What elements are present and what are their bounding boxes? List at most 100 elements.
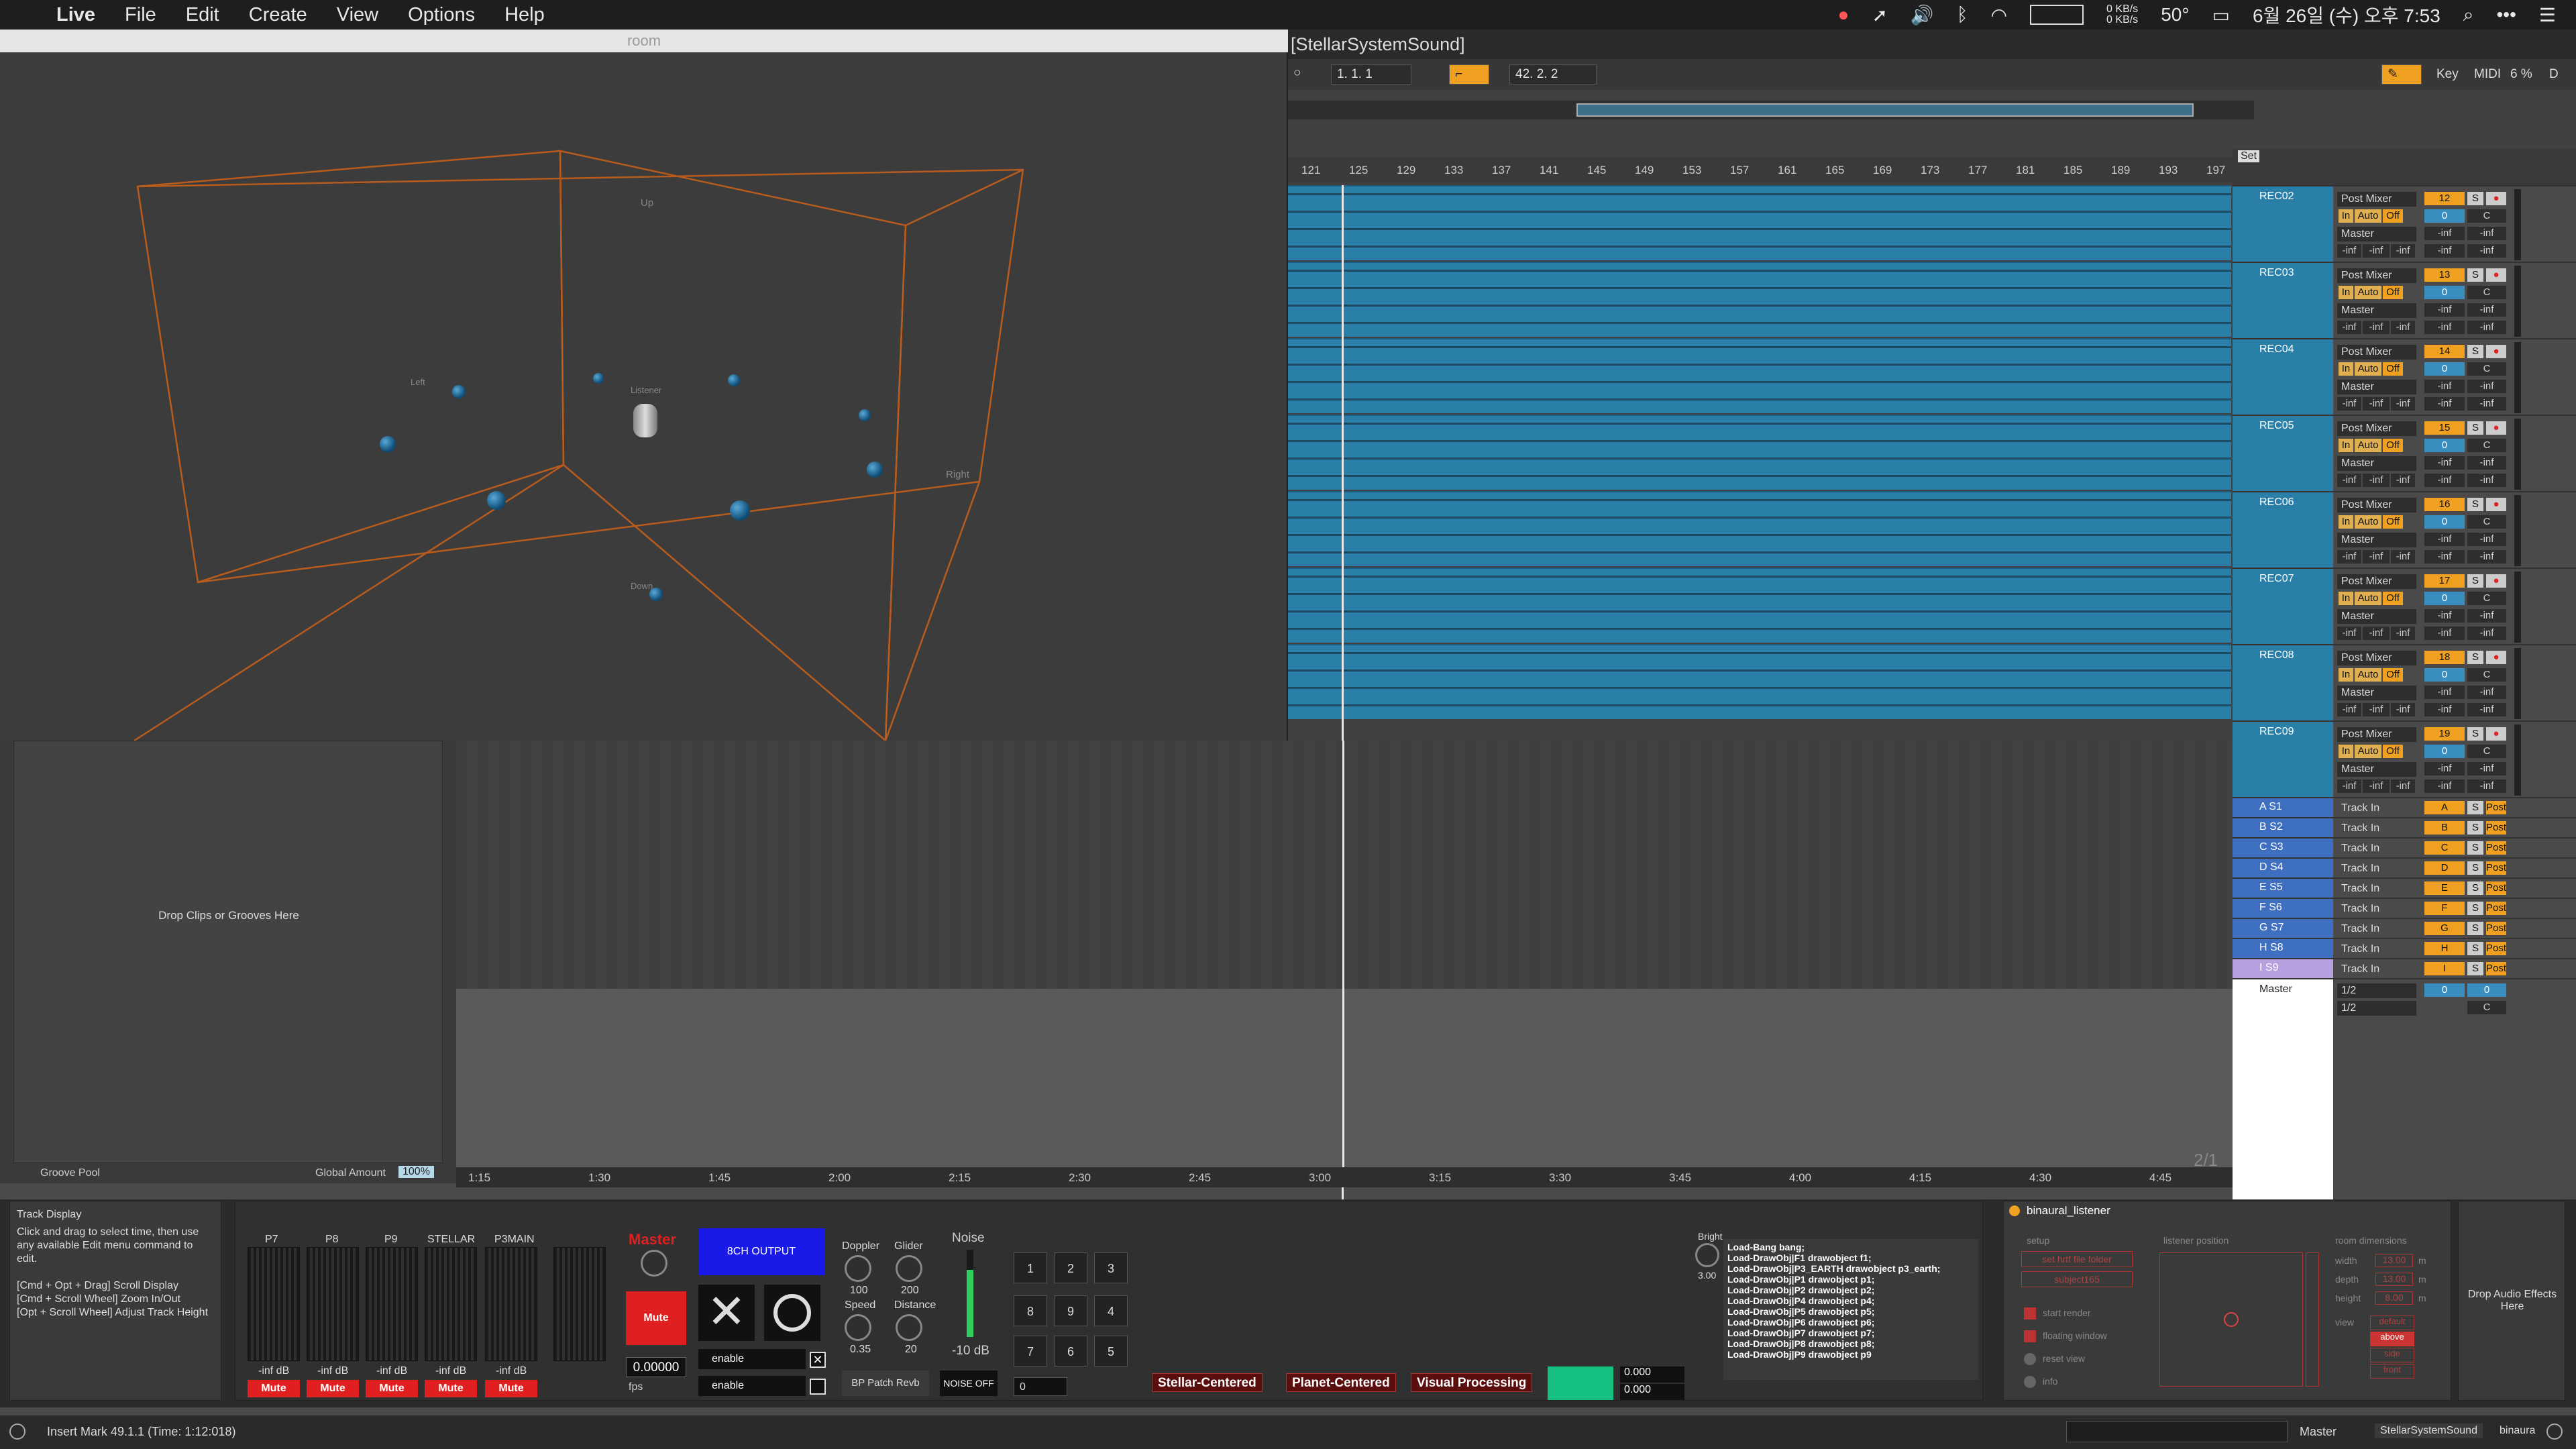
planet-dot[interactable] [380,436,396,452]
arrangement-position[interactable]: 1. 1. 1 [1331,64,1411,85]
close-icon[interactable]: ✕ [698,1285,755,1341]
auto-button[interactable]: Auto [2355,286,2381,299]
grid-button[interactable]: 4 [1094,1295,1128,1326]
send-value[interactable]: -inf [2391,627,2415,640]
track-name[interactable]: REC03 [2233,263,2333,338]
solo-button[interactable]: S [2467,651,2483,664]
arm-button[interactable]: ● [2486,727,2506,741]
solo-button[interactable]: S [2467,841,2483,855]
send-value[interactable]: -inf [2337,321,2361,334]
send-value[interactable]: -inf [2424,550,2465,564]
height-slider[interactable] [2306,1252,2319,1387]
return-track[interactable]: F S6 Track In F S Post [2233,898,2576,918]
return-name[interactable]: H S8 [2233,939,2333,958]
track-activator[interactable]: 14 [2424,345,2465,358]
more-icon[interactable]: ••• [2496,4,2516,25]
solo-button[interactable]: S [2467,727,2483,741]
return-activator[interactable]: I [2424,962,2465,975]
number-box[interactable]: 0 [1014,1377,1067,1396]
send-value[interactable]: -inf [2467,550,2506,564]
track-activator[interactable]: 13 [2424,268,2465,282]
enable-select[interactable]: enable [698,1349,806,1369]
return-activator[interactable]: H [2424,942,2465,955]
value-box[interactable]: 0.000 [1620,1384,1684,1400]
master-name[interactable]: Master [2233,979,2333,1199]
return-name[interactable]: A S1 [2233,798,2333,817]
return-track[interactable]: H S8 Track In H S Post [2233,938,2576,958]
master-knob[interactable] [641,1250,667,1277]
auto-button[interactable]: Auto [2355,668,2381,682]
arm-button[interactable]: ● [2486,574,2506,588]
arm-button[interactable]: ● [2486,345,2506,358]
pan-field[interactable]: C [2467,209,2506,223]
post-button[interactable]: Post [2486,821,2506,835]
listener-head[interactable] [633,404,657,437]
volume-field[interactable]: 0 [2424,362,2465,376]
send-value[interactable]: -inf [2391,321,2415,334]
loop-length[interactable]: 42. 2. 2 [1509,64,1597,85]
wifi-icon[interactable]: ◠ [1991,4,2007,26]
send-value[interactable]: -inf [2467,609,2506,623]
return-track[interactable]: D S4 Track In D S Post [2233,857,2576,877]
search-icon[interactable]: ⌕ [2463,4,2474,26]
send-value[interactable]: -inf [2337,397,2361,411]
volume-field[interactable]: 0 [2424,439,2465,452]
track-name[interactable]: REC07 [2233,569,2333,644]
volume-field[interactable]: 0 [2424,286,2465,299]
planet-centered-button[interactable]: Planet-Centered [1286,1373,1396,1392]
volume-field[interactable]: 0 [2424,592,2465,605]
audio-clip[interactable] [1288,338,2231,413]
distance-knob[interactable] [896,1314,922,1341]
scroll-bar[interactable] [2066,1421,2288,1442]
return-name[interactable]: F S6 [2233,899,2333,918]
solo-button[interactable]: S [2467,942,2483,955]
send-value[interactable]: -inf [2424,244,2465,258]
track-header[interactable]: REC05 Post Mixer In Auto Off Master -inf -inf -i… [2233,415,2576,491]
grid-button[interactable]: 6 [1054,1336,1087,1366]
track-activator[interactable]: 15 [2424,421,2465,435]
listener-position-pad[interactable] [2159,1252,2303,1387]
arm-button[interactable]: ● [2486,498,2506,511]
height-field[interactable]: 8.00 [2375,1291,2413,1305]
in-button[interactable]: In [2339,362,2353,376]
set-label[interactable]: Set [2238,150,2260,162]
send-value[interactable]: -inf [2424,321,2465,334]
arm-button[interactable]: ● [2486,651,2506,664]
send-value[interactable]: -inf [2424,474,2465,487]
volume-field[interactable]: 0 [2424,209,2465,223]
loop-icon[interactable]: ○ [1293,66,1301,80]
solo-button[interactable]: S [2467,861,2483,875]
send-value[interactable]: -inf [2467,780,2506,793]
solo-button[interactable]: S [2467,821,2483,835]
clock[interactable]: 6월 26일 (수) 오후 7:53 [2253,1,2440,28]
send-value[interactable]: -inf [2424,397,2465,411]
float-box[interactable]: 0.00000 [626,1357,686,1377]
noise-off-button[interactable]: NOISE OFF [940,1371,998,1396]
doppler-knob[interactable] [845,1255,871,1282]
off-button[interactable]: Off [2383,668,2403,682]
depth-field[interactable]: 13.00 [2375,1273,2413,1286]
pan-field[interactable]: C [2467,592,2506,605]
reset-view-button[interactable] [2024,1353,2036,1365]
master-input[interactable]: 1/2 [2337,1001,2416,1016]
send-value[interactable]: -inf [2467,244,2506,258]
in-button[interactable]: In [2339,592,2353,605]
planet-dot[interactable] [728,374,740,386]
track-header[interactable]: REC03 Post Mixer In Auto Off Master -inf -inf -i… [2233,262,2576,338]
solo-button[interactable]: S [2467,421,2483,435]
display-icon[interactable]: ▭ [2212,4,2230,26]
return-track[interactable]: C S3 Track In C S Post [2233,837,2576,857]
output-select[interactable]: Master [2337,686,2416,700]
punch-icon[interactable]: ⌐ [1449,64,1489,85]
output-select[interactable]: Master [2337,762,2416,777]
send-value[interactable]: -inf [2337,550,2361,564]
planet-dot[interactable] [867,462,883,478]
return-name[interactable]: D S4 [2233,859,2333,877]
solo-button[interactable]: S [2467,192,2483,205]
return-activator[interactable]: E [2424,881,2465,895]
return-activator[interactable]: B [2424,821,2465,835]
channel-fader[interactable] [425,1247,477,1361]
return-input[interactable]: Track In [2337,962,2416,977]
planet-dot[interactable] [487,491,506,510]
off-button[interactable]: Off [2383,515,2403,529]
